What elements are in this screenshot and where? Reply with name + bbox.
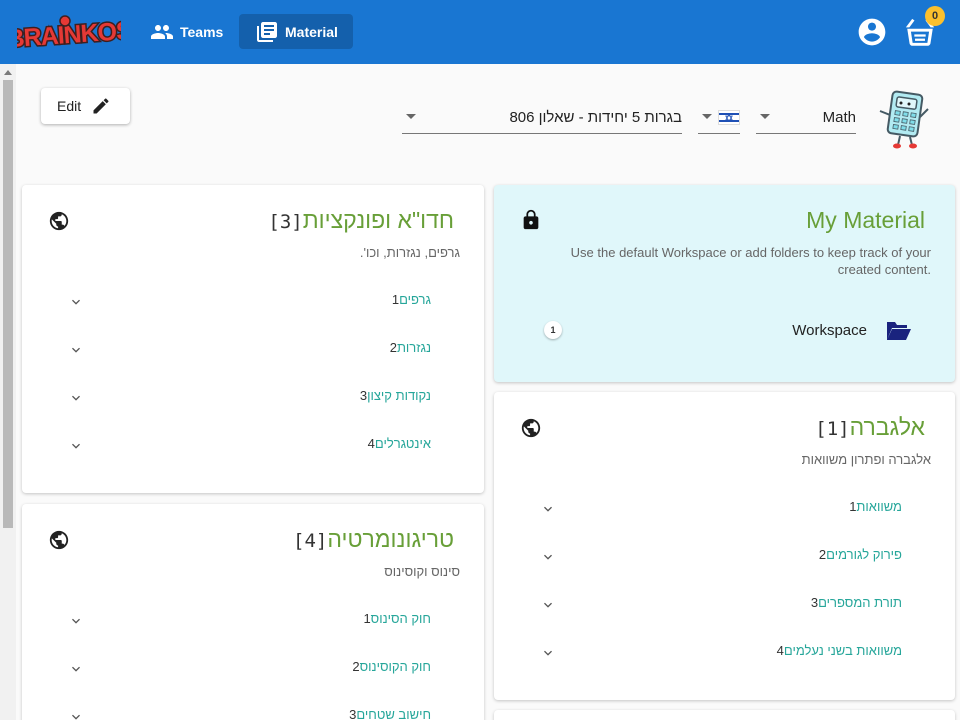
item-index: 2 [389,340,397,355]
list-item[interactable]: 1גרפים [22,286,484,316]
card-title-text: חדו"א ופונקציות [302,207,454,233]
account-circle-icon[interactable] [856,16,888,48]
top-app-bar: BRAINKOS Teams Material 0 [0,0,960,64]
card-number: [1] [815,418,850,440]
card-title: [4]טריגונומרטיה [293,526,454,553]
item-index: 1 [363,611,371,626]
my-material-description: Use the default Workspace or add folders… [570,245,931,277]
nav-teams-button[interactable]: Teams [142,14,234,49]
chevron-down-icon[interactable] [68,661,84,677]
item-label[interactable]: תורת המספרים [818,595,902,610]
card-subtitle: סינוס וקוסינוס [384,564,460,579]
card-title-text: אלגברה [849,414,925,440]
globe-icon[interactable] [520,417,542,439]
list-item[interactable]: 3תורת המספרים [494,589,955,619]
language-dropdown-caret-icon [702,114,712,119]
people-icon [151,24,173,39]
list-item[interactable]: 1משוואות [494,493,955,523]
list-item[interactable]: 4משוואות בשני נעלמים [494,637,955,667]
item-label[interactable]: פירוק לגורמים [826,547,902,562]
cart-count-badge: 0 [925,6,945,26]
topic-card-trigonometry: [4]טריגונומרטיה סינוס וקוסינוס 1חוק הסינ… [22,504,484,720]
subject-select-value: Math [822,109,856,126]
card-number: [3] [268,211,303,233]
item-label[interactable]: חישוב שטחים [356,707,431,720]
topic-card-algebra: [1]אלגברה אלגברה ופתרון משוואות 1משוואות… [494,392,955,700]
card-subtitle: אלגברה ופתרון משוואות [801,452,931,467]
nav-material-button[interactable]: Material [239,14,353,49]
scroll-thumb[interactable] [3,80,13,528]
chevron-down-icon[interactable] [68,390,84,406]
item-index: 4 [776,643,784,658]
chevron-down-icon[interactable] [540,645,556,661]
chevron-down-icon[interactable] [68,613,84,629]
workspace-count-badge: 1 [544,321,562,339]
chevron-down-icon[interactable] [540,597,556,613]
item-index: 1 [391,292,400,307]
chevron-down-icon[interactable] [68,709,84,720]
nav-teams-label: Teams [180,23,224,40]
topic-card-calculus: [3]חדו"א ופונקציות גרפים, נגזרות, וכו'. … [22,185,484,493]
list-item[interactable]: 3נקודות קיצון [22,382,484,412]
list-item[interactable]: 4אינטגרלים [22,430,484,460]
card-subtitle: גרפים, נגזרות, וכו'. [359,245,460,260]
edit-button[interactable]: Edit [41,88,130,124]
item-label[interactable]: חוק הקוסינוס [360,659,431,674]
globe-icon[interactable] [48,529,70,551]
israel-flag-icon [718,110,740,125]
curriculum-dropdown-caret-icon [406,114,416,119]
scroll-up-arrow-icon[interactable] [4,70,12,75]
card-number: [4] [293,530,328,552]
item-label[interactable]: חוק הסינוס [371,611,431,626]
item-label[interactable]: משוואות בשני נעלמים [784,643,902,658]
library-books-icon [257,21,277,42]
chevron-down-icon[interactable] [540,549,556,565]
item-index: 2 [352,659,360,674]
brainkos-logo[interactable]: BRAINKOS [17,14,121,52]
list-item[interactable]: 3חישוב שטחים [22,701,484,720]
globe-icon[interactable] [48,210,70,232]
my-material-title: My Material [806,207,925,233]
language-select[interactable] [698,103,740,134]
subject-select[interactable]: Math [756,103,856,134]
item-index: 4 [367,436,375,451]
card-title: [3]חדו"א ופונקציות [268,207,454,234]
item-label[interactable]: אינטגרלים [375,436,431,451]
chevron-down-icon[interactable] [540,501,556,517]
item-label[interactable]: נקודות קיצון [367,388,431,403]
calculator-mascot-icon [879,90,929,149]
topic-card-partial [494,710,955,720]
workspace-folder-row[interactable]: 1 Workspace [494,315,955,345]
chevron-down-icon[interactable] [68,438,84,454]
folder-open-icon [887,322,911,340]
list-item[interactable]: 2נגזרות [22,334,484,364]
pencil-icon [93,98,109,114]
workspace-label: Workspace [792,322,867,339]
list-item[interactable]: 2חוק הקוסינוס [22,653,484,683]
edit-button-label: Edit [57,98,82,114]
list-item[interactable]: 1חוק הסינוס [22,605,484,635]
my-material-card: My Material Use the default Workspace or… [494,185,955,382]
curriculum-select[interactable]: בגרות 5 יחידות - שאלון 806 [402,103,682,134]
nav-material-label: Material [285,23,338,40]
card-title-text: טריגונומרטיה [327,526,454,552]
item-index: 3 [359,388,368,403]
chevron-down-icon[interactable] [68,342,84,358]
list-item[interactable]: 2פירוק לגורמים [494,541,955,571]
card-title: [1]אלגברה [815,414,925,441]
item-label[interactable]: נגזרות [397,340,431,355]
page-scrollbar[interactable] [0,64,16,720]
curriculum-select-value: בגרות 5 יחידות - שאלון 806 [509,109,682,126]
item-label[interactable]: גרפים [399,292,431,307]
subject-dropdown-caret-icon [760,114,770,119]
lock-icon [523,209,539,230]
item-label[interactable]: משוואות [856,499,902,514]
chevron-down-icon[interactable] [68,294,84,310]
